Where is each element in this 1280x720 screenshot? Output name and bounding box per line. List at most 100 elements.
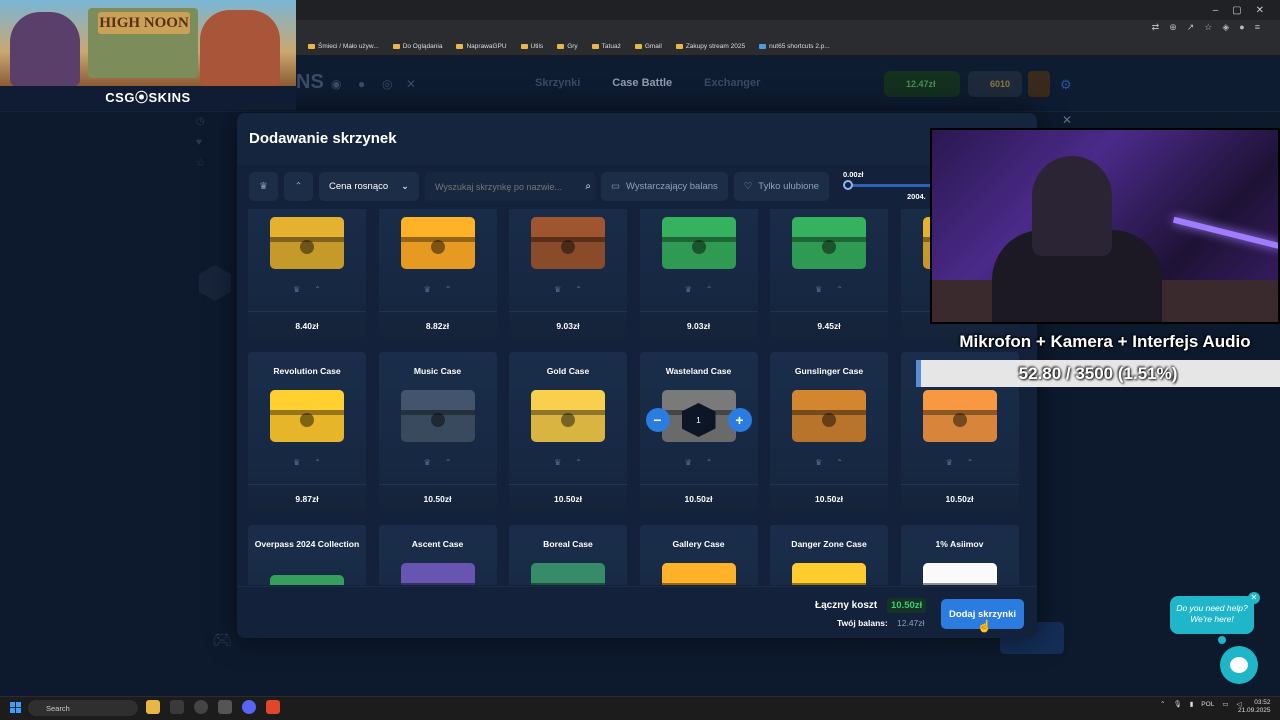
- gear-icon[interactable]: ⚙: [1060, 77, 1072, 93]
- share-icon[interactable]: ↗: [1187, 22, 1195, 33]
- case-card[interactable]: Overpass 2024 Collection♛⌃: [248, 525, 366, 585]
- store-icon[interactable]: [170, 700, 184, 714]
- bookmark-item[interactable]: Gmail: [634, 43, 662, 50]
- game-character: [10, 12, 80, 86]
- clock[interactable]: 03:52 21.09.2025: [1238, 699, 1271, 715]
- sort-select[interactable]: Cena rosnąco ⌄: [319, 172, 419, 201]
- case-lock: [300, 239, 314, 254]
- close-icon[interactable]: ✕: [1248, 592, 1260, 604]
- case-card[interactable]: ♛ ⌃ 9.45zł: [770, 209, 888, 339]
- case-lock: [691, 239, 706, 254]
- chevrons-up-icon: ⌃: [444, 285, 452, 294]
- favorites-toggle[interactable]: ♡ Tylko ulubione: [733, 172, 830, 201]
- case-name: Ascent Case: [411, 539, 464, 549]
- nav-case-battle[interactable]: Case Battle: [612, 77, 672, 89]
- case-card[interactable]: Boreal Case♛⌃: [509, 525, 627, 585]
- case-card[interactable]: 1% Asiimov♛⌃: [900, 525, 1019, 585]
- bookmark-item[interactable]: Tatuaż: [591, 43, 621, 50]
- bookmark-item[interactable]: nut65 shortcuts 2.p...: [759, 43, 830, 50]
- case-card[interactable]: ♛ ⌃ 9.03zł: [509, 209, 627, 339]
- help-bubble[interactable]: Do you need help? We're here!: [1170, 596, 1254, 634]
- goal-progress-text: 52.80 / 3500 (1.51%): [1018, 364, 1178, 383]
- bubble-dot: [1218, 636, 1226, 644]
- case-card[interactable]: Gunslinger Case ♛ ⌃ 10.50zł: [770, 352, 888, 512]
- wallet-icon: ▭: [611, 181, 620, 192]
- header-coins[interactable]: 6010: [968, 71, 1022, 97]
- chat-button[interactable]: [1220, 646, 1258, 684]
- case-card[interactable]: Wasteland Case −1 + ♛ ⌃ 10.50zł: [639, 352, 758, 512]
- avatar[interactable]: [1028, 71, 1050, 97]
- chevron-up-icon[interactable]: ⌃: [1160, 700, 1165, 708]
- mic-icon[interactable]: 🎙︎: [1173, 700, 1181, 708]
- app-icon[interactable]: [218, 700, 232, 714]
- extension-icon[interactable]: ◈: [1222, 22, 1229, 33]
- case-image: [270, 217, 344, 269]
- x-icon[interactable]: ✕: [406, 77, 416, 91]
- file-explorer-icon[interactable]: [146, 700, 160, 714]
- decrement-button[interactable]: −: [645, 408, 670, 432]
- crown-filter-button[interactable]: ♛: [249, 172, 278, 201]
- case-card[interactable]: ♛ ⌃ 8.40zł: [248, 209, 366, 339]
- case-card[interactable]: ♛ ⌃ 9.03zł: [639, 209, 758, 339]
- rank-filter-button[interactable]: ⌃: [284, 172, 313, 201]
- menu-icon[interactable]: ≡: [1255, 22, 1260, 33]
- folder-icon: [392, 44, 400, 49]
- windows-start-icon[interactable]: [10, 702, 21, 713]
- case-image: [922, 563, 997, 585]
- discord-icon[interactable]: ◉: [331, 77, 341, 91]
- crown-icon: ♛: [945, 458, 953, 467]
- case-lid: [270, 390, 344, 410]
- monitor-icon[interactable]: ▭: [1222, 700, 1228, 708]
- case-rank-icons: ♛⌃: [640, 285, 758, 294]
- app-icon[interactable]: [194, 700, 208, 714]
- bookmark-item[interactable]: Zakupy stream 2025: [675, 43, 745, 50]
- case-card[interactable]: Ascent Case♛⌃: [378, 525, 497, 585]
- instagram-icon[interactable]: ◎: [382, 77, 392, 91]
- header-balance[interactable]: 12.47zł: [884, 71, 960, 97]
- case-card[interactable]: Gallery Case♛⌃: [639, 525, 758, 585]
- case-lid: [792, 563, 866, 583]
- search-icon[interactable]: ⌕: [585, 181, 591, 192]
- bookmark-item[interactable]: Utils: [520, 43, 543, 50]
- increment-button[interactable]: +: [727, 408, 752, 432]
- close-window-button[interactable]: ✕: [1256, 5, 1264, 16]
- bookmark-item[interactable]: NaprawaGPU: [456, 43, 507, 50]
- case-card[interactable]: ♛ ⌃ 8.82zł: [378, 209, 497, 339]
- profile-icon[interactable]: ●: [1239, 22, 1244, 33]
- nav-exchanger[interactable]: Exchanger: [704, 77, 760, 89]
- translate-icon[interactable]: ⇄: [1152, 22, 1160, 33]
- crown-icon: ♛: [815, 458, 823, 467]
- slider-handle-min[interactable]: [843, 180, 853, 190]
- language-indicator[interactable]: POL: [1201, 701, 1214, 708]
- case-name: Gallery Case: [672, 539, 725, 549]
- case-card[interactable]: Danger Zone Case♛⌃: [770, 525, 888, 585]
- enough-balance-toggle[interactable]: ▭ Wystarczający balans: [601, 172, 728, 201]
- crown-icon: ♛: [293, 285, 301, 294]
- minimize-button[interactable]: –: [1213, 5, 1219, 16]
- zoom-icon[interactable]: ⊕: [1169, 22, 1177, 33]
- crown-icon: ♛: [259, 181, 268, 192]
- nav-cases[interactable]: Skrzynki: [535, 77, 580, 89]
- bookmark-item[interactable]: Gry: [557, 43, 578, 50]
- case-card[interactable]: Music Case ♛ ⌃ 10.50zł: [378, 352, 497, 512]
- discord-icon[interactable]: [242, 700, 256, 714]
- search-input[interactable]: [425, 172, 595, 201]
- facebook-icon[interactable]: ●: [358, 77, 365, 91]
- case-card[interactable]: Gold Case ♛ ⌃ 10.50zł: [509, 352, 627, 512]
- taskbar-apps: [146, 700, 280, 714]
- quantity-stepper[interactable]: −1 +: [645, 403, 752, 437]
- case-rank-icons: ♛⌃: [509, 285, 627, 294]
- bookmark-item[interactable]: Do Oglądania: [392, 43, 442, 50]
- case-card[interactable]: Revolution Case ♛ ⌃ 9.87zł: [248, 352, 366, 512]
- case-price: 8.40zł: [248, 311, 366, 339]
- case-image: [792, 390, 866, 442]
- taskbar-search[interactable]: Search: [28, 700, 138, 716]
- site-logo[interactable]: NS: [296, 71, 324, 94]
- bookmark-star-icon[interactable]: ☆: [1204, 22, 1212, 33]
- brave-icon[interactable]: [266, 700, 280, 714]
- close-icon[interactable]: ✕: [1062, 113, 1072, 127]
- case-lid: [270, 217, 344, 237]
- maximize-button[interactable]: ▢: [1232, 5, 1241, 16]
- network-icon[interactable]: ▮: [1190, 700, 1194, 708]
- bookmark-item[interactable]: Śmieci / Mało używ...: [308, 43, 379, 50]
